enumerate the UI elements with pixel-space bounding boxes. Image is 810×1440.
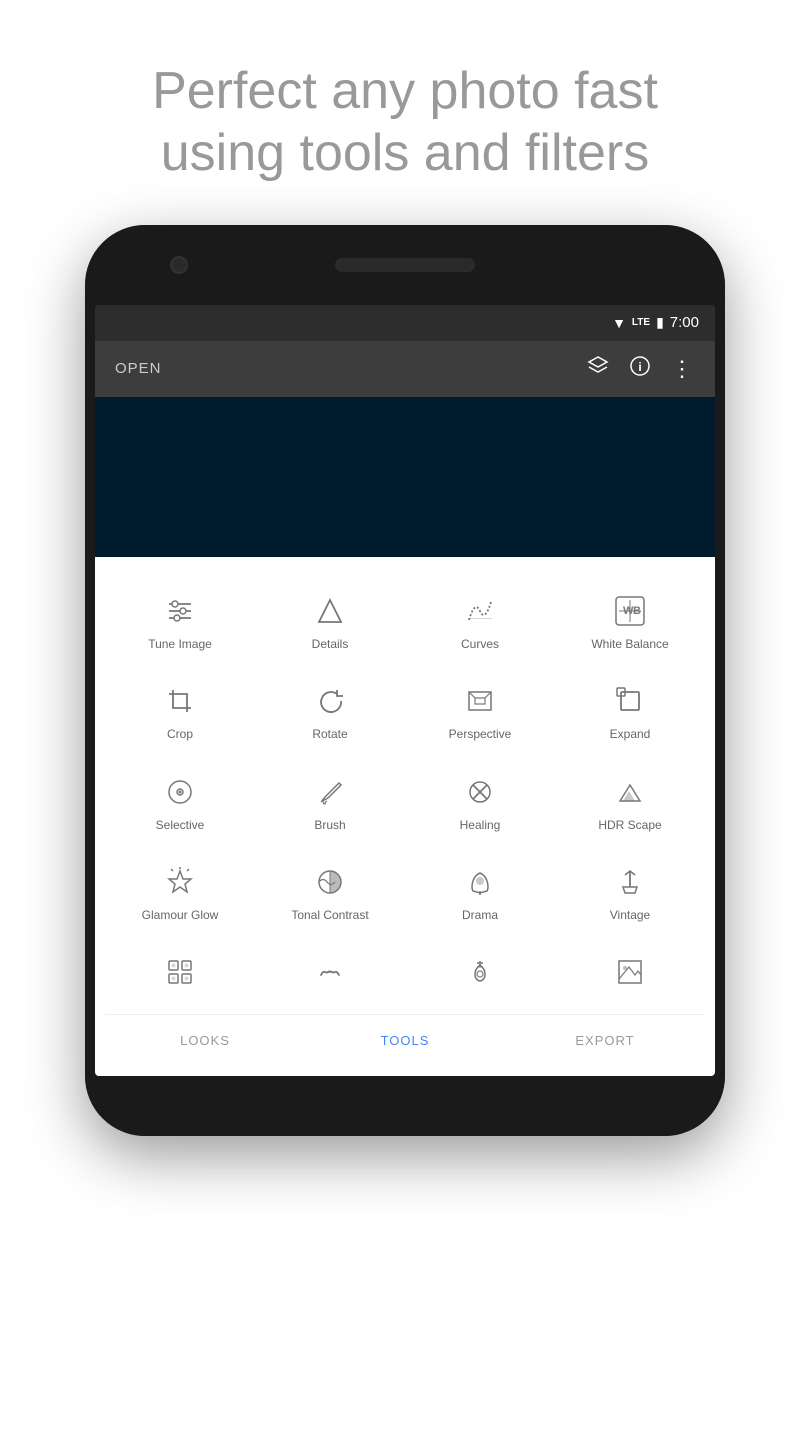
tool-expand[interactable]: Expand — [555, 667, 705, 757]
tools-area: Tune Image Details — [95, 557, 715, 1077]
tool-perspective[interactable]: Perspective — [405, 667, 555, 757]
tool-details[interactable]: Details — [255, 577, 405, 667]
brush-icon — [315, 774, 345, 810]
hdr-icon — [615, 774, 645, 810]
glamour-label: Glamour Glow — [142, 908, 219, 922]
details-icon — [315, 593, 345, 629]
tool-guitar[interactable] — [405, 938, 555, 1014]
lte-icon: LTE — [632, 317, 650, 328]
photo-preview — [95, 397, 715, 557]
front-camera — [170, 256, 188, 274]
curves-icon — [465, 593, 495, 629]
selective-label: Selective — [156, 818, 205, 832]
info-icon[interactable]: i — [629, 355, 651, 383]
phone-top-bezel — [85, 225, 725, 305]
curves-label: Curves — [461, 637, 499, 651]
layers-icon[interactable] — [587, 355, 609, 383]
more-icon[interactable]: ⋮ — [671, 356, 695, 382]
tune-label: Tune Image — [148, 637, 212, 651]
nav-looks[interactable]: LOOKS — [105, 1033, 305, 1048]
drama-icon — [465, 864, 495, 900]
glamour-icon — [165, 864, 195, 900]
app-toolbar: OPEN i ⋮ — [95, 341, 715, 397]
crop-label: Crop — [167, 727, 193, 741]
wb-label: White Balance — [591, 637, 668, 651]
open-button[interactable]: OPEN — [115, 360, 162, 377]
tool-facials[interactable] — [255, 938, 405, 1014]
healing-label: Healing — [460, 818, 501, 832]
crop-icon — [165, 683, 195, 719]
time-display: 7:00 — [670, 314, 699, 331]
guitar-icon — [465, 954, 495, 990]
vintage-label: Vintage — [610, 908, 650, 922]
tonal-icon — [315, 864, 345, 900]
selective-icon — [165, 774, 195, 810]
tool-curves[interactable]: Curves — [405, 577, 555, 667]
tool-vintage[interactable]: Vintage — [555, 848, 705, 938]
looks-grid-icon — [165, 954, 195, 990]
tool-crop[interactable]: Crop — [105, 667, 255, 757]
tool-healing[interactable]: Healing — [405, 758, 555, 848]
wb-icon: W B — [614, 593, 646, 629]
speaker — [335, 258, 475, 272]
tool-drama[interactable]: Drama — [405, 848, 555, 938]
expand-label: Expand — [610, 727, 651, 741]
tool-wb[interactable]: W B White Balance — [555, 577, 705, 667]
nav-export[interactable]: EXPORT — [505, 1033, 705, 1048]
bottom-nav: LOOKS TOOLS EXPORT — [105, 1014, 705, 1066]
tool-selective[interactable]: Selective — [105, 758, 255, 848]
tool-glamour[interactable]: Glamour Glow — [105, 848, 255, 938]
phone-frame: ▼ LTE ▮ 7:00 OPEN i — [85, 225, 725, 1137]
tool-tune[interactable]: Tune Image — [105, 577, 255, 667]
tool-rotate[interactable]: Rotate — [255, 667, 405, 757]
tool-looks-icon[interactable] — [105, 938, 255, 1014]
tune-icon — [165, 593, 195, 629]
details-label: Details — [312, 637, 349, 651]
hdr-label: HDR Scape — [598, 818, 661, 832]
wifi-icon: ▼ — [612, 315, 626, 331]
tool-hdr[interactable]: HDR Scape — [555, 758, 705, 848]
expand-icon — [615, 683, 645, 719]
perspective-icon — [465, 683, 495, 719]
phone-bottom-bezel — [85, 1076, 725, 1136]
nav-tools[interactable]: TOOLS — [305, 1033, 505, 1048]
tool-tonal[interactable]: Tonal Contrast — [255, 848, 405, 938]
tool-frame[interactable] — [555, 938, 705, 1014]
rotate-label: Rotate — [312, 727, 347, 741]
rotate-icon — [315, 683, 345, 719]
drama-label: Drama — [462, 908, 498, 922]
tonal-label: Tonal Contrast — [291, 908, 368, 922]
healing-icon — [465, 774, 495, 810]
status-bar: ▼ LTE ▮ 7:00 — [95, 305, 715, 341]
brush-label: Brush — [314, 818, 345, 832]
battery-icon: ▮ — [656, 314, 664, 331]
svg-text:i: i — [638, 360, 641, 374]
vintage-icon — [615, 864, 645, 900]
facials-icon — [315, 954, 345, 990]
phone-screen: ▼ LTE ▮ 7:00 OPEN i — [95, 305, 715, 1077]
tools-grid: Tune Image Details — [105, 577, 705, 1015]
frame-icon — [615, 954, 645, 990]
perspective-label: Perspective — [449, 727, 512, 741]
tool-brush[interactable]: Brush — [255, 758, 405, 848]
page-header: Perfect any photo fast using tools and f… — [72, 0, 738, 225]
